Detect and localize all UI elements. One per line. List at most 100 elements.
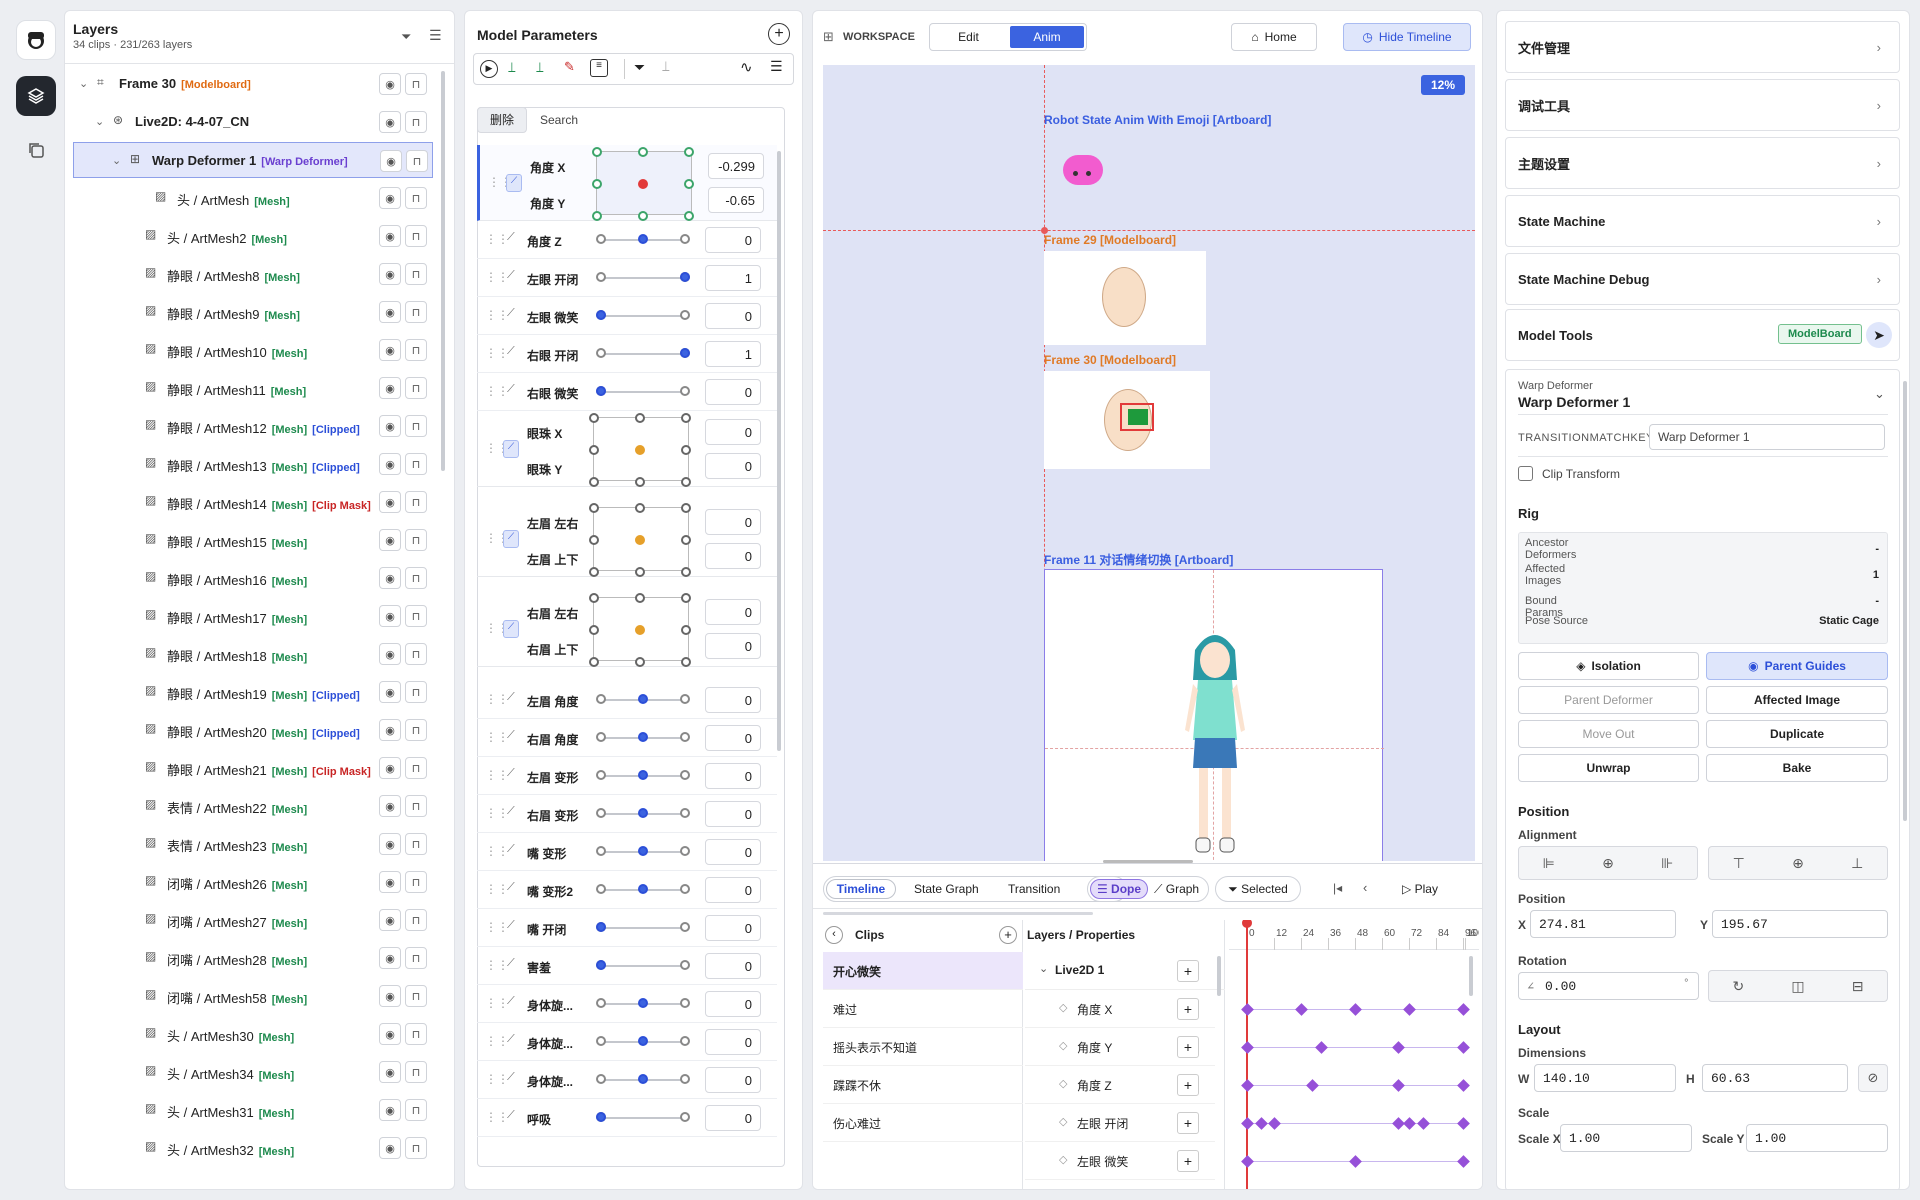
lock-icon[interactable]: ⊓ — [405, 757, 427, 779]
frame-ruler[interactable]: 01224364860728496100 — [1229, 920, 1479, 950]
frame30-label[interactable]: Frame 30 [Modelboard] — [1044, 353, 1176, 367]
keyframe[interactable] — [1306, 1079, 1320, 1092]
clips-back-icon[interactable]: ‹ — [825, 926, 843, 944]
add-property-icon[interactable]: + — [1177, 960, 1199, 982]
lock-icon[interactable]: ⊓ — [405, 111, 427, 133]
add-clip-icon[interactable]: + — [999, 926, 1017, 944]
param-slider-knob[interactable] — [638, 770, 648, 780]
eye-icon[interactable]: ◉ — [379, 491, 401, 513]
lock-icon[interactable]: ⊓ — [405, 415, 427, 437]
align-center-v-icon[interactable]: ⊕ — [1792, 855, 1804, 872]
keyframe[interactable] — [1349, 1155, 1362, 1168]
clip-item[interactable]: 蹀蹀不休 — [823, 1066, 1023, 1104]
eye-icon[interactable]: ◉ — [379, 529, 401, 551]
property-row[interactable]: ◇ 角度 Z + — [1025, 1066, 1215, 1104]
tab-transition[interactable]: Transition — [1008, 882, 1060, 896]
param-slider-knob[interactable] — [680, 272, 690, 282]
keyframe[interactable] — [1241, 1117, 1254, 1130]
layer-row[interactable]: ▨ 头 / ArtMesh32 [Mesh] ◉ ⊓ — [73, 1130, 433, 1166]
position-y-field[interactable]: 195.67 — [1712, 910, 1888, 938]
param-slider-knob[interactable] — [596, 386, 606, 396]
layer-row[interactable]: ▨ 头 / ArtMesh [Mesh] ◉ ⊓ — [73, 180, 433, 216]
property-row[interactable]: ◇ 左眼 微笑 + — [1025, 1142, 1215, 1180]
keyframe[interactable] — [1457, 1003, 1470, 1016]
eye-icon[interactable]: ◉ — [379, 795, 401, 817]
property-row[interactable]: ◇ 角度 Y + — [1025, 1028, 1215, 1066]
drag-handle-icon[interactable]: ⋮⋮ — [485, 346, 509, 360]
pad-handle[interactable] — [589, 503, 599, 513]
group-row[interactable]: ⌄ Live2D 1 + — [1025, 952, 1225, 990]
param-value-field[interactable]: -0.65 — [708, 187, 764, 213]
clip-item[interactable]: 摇头表示不知道 — [823, 1028, 1023, 1066]
lock-icon[interactable]: ⊓ — [405, 377, 427, 399]
chevron-right-icon[interactable]: › — [1877, 40, 1881, 55]
param-slider-knob[interactable] — [638, 234, 648, 244]
frame29-board[interactable] — [1044, 251, 1206, 345]
param-value-field[interactable]: 0 — [705, 953, 761, 979]
avatar[interactable] — [16, 20, 56, 60]
layer-row[interactable]: ▨ 表情 / ArtMesh23 [Mesh] ◉ ⊓ — [73, 826, 433, 862]
pad-handle[interactable] — [589, 625, 599, 635]
eye-icon[interactable]: ◉ — [379, 187, 401, 209]
lock-icon[interactable]: ⊓ — [405, 1023, 427, 1045]
keyframe[interactable] — [1403, 1117, 1416, 1130]
eye-icon[interactable]: ◉ — [379, 1099, 401, 1121]
layer-row[interactable]: ▨ 头 / ArtMesh30 [Mesh] ◉ ⊓ — [73, 1016, 433, 1052]
layer-row[interactable]: ▨ 头 / ArtMesh31 [Mesh] ◉ ⊓ — [73, 1092, 433, 1128]
param-pad-row[interactable]: ⋮⋮ ⟋ 角度 X 角度 Y -0.299 -0.65 — [477, 145, 777, 221]
drag-handle-icon[interactable]: ⋮⋮ — [485, 920, 509, 934]
keyframe[interactable] — [1457, 1079, 1470, 1092]
curve-icon[interactable]: ∿ — [740, 58, 753, 76]
param-slider-row[interactable]: ⋮⋮ ⟋ 右眼 开闭 1 — [477, 335, 777, 373]
pad-handle[interactable] — [681, 567, 691, 577]
lock-icon[interactable]: ⊓ — [405, 833, 427, 855]
layer-row[interactable]: ⌄ ⌗ Frame 30 [Modelboard] ◉ ⊓ — [73, 66, 433, 102]
layer-row[interactable]: ⌄ ⊞ Warp Deformer 1 [Warp Deformer] ◉ ⊓ — [73, 142, 433, 178]
lock-icon[interactable]: ⊓ — [405, 263, 427, 285]
key-icon[interactable]: ⟋ — [507, 805, 515, 818]
clip-item[interactable]: 难过 — [823, 990, 1023, 1028]
param-value-field[interactable]: 1 — [705, 341, 761, 367]
pad-handle[interactable] — [592, 179, 602, 189]
isolation-button[interactable]: ◈ Isolation — [1518, 652, 1699, 680]
eye-icon[interactable]: ◉ — [379, 1061, 401, 1083]
param-slider-knob[interactable] — [596, 960, 606, 970]
align-center-h-icon[interactable]: ⊕ — [1602, 855, 1614, 872]
drag-handle-icon[interactable]: ⋮⋮ — [485, 1110, 509, 1124]
param-slider-track[interactable] — [601, 277, 685, 279]
eye-icon[interactable]: ◉ — [379, 225, 401, 247]
keyframe[interactable] — [1241, 1155, 1254, 1168]
param-slider-row[interactable]: ⋮⋮ ⟋ 左眉 变形 0 — [477, 757, 777, 795]
layer-row[interactable]: ▨ 静眼 / ArtMesh10 [Mesh] ◉ ⊓ — [73, 332, 433, 368]
key-icon[interactable]: ⟋ — [507, 995, 515, 1008]
param-slider-row[interactable]: ⋮⋮ ⟋ 右眉 变形 0 — [477, 795, 777, 833]
add-keyframe-icon[interactable]: + — [1177, 998, 1199, 1020]
layer-row[interactable]: ▨ 闭嘴 / ArtMesh26 [Mesh] ◉ ⊓ — [73, 864, 433, 900]
param-slider-row[interactable]: ⋮⋮ ⟋ 左眼 开闭 1 — [477, 259, 777, 297]
key-all-icon[interactable]: ⟘ — [536, 60, 544, 76]
unwrap-button[interactable]: Unwrap — [1518, 754, 1699, 782]
graph-button[interactable]: ⟋ Graph — [1154, 882, 1199, 897]
skip-start-icon[interactable]: |◂ — [1333, 881, 1342, 895]
key-icon[interactable]: ⟋ — [507, 1071, 515, 1084]
param-value-field[interactable]: 0 — [705, 801, 761, 827]
keyframe[interactable] — [1241, 1003, 1254, 1016]
layer-row[interactable]: ▨ 闭嘴 / ArtMesh27 [Mesh] ◉ ⊓ — [73, 902, 433, 938]
layer-row[interactable]: ▨ 静眼 / ArtMesh21 [Mesh] [Clip Mask] ◉ ⊓ — [73, 750, 433, 786]
move-out-button[interactable]: Move Out — [1518, 720, 1699, 748]
param-slider-knob[interactable] — [638, 808, 648, 818]
param-slider-knob[interactable] — [596, 310, 606, 320]
pad-handle[interactable] — [638, 147, 648, 157]
param-slider-row[interactable]: ⋮⋮ ⟋ 害羞 0 — [477, 947, 777, 985]
dope-scrollbar[interactable] — [1469, 956, 1473, 996]
eye-icon[interactable]: ◉ — [379, 415, 401, 437]
chevron-right-icon[interactable]: › — [1877, 214, 1881, 229]
eye-icon[interactable]: ◉ — [379, 871, 401, 893]
param-settings-icon[interactable]: ≡ — [590, 59, 608, 77]
param-value-field[interactable]: 1 — [705, 265, 761, 291]
param-slider-row[interactable]: ⋮⋮ ⟋ 右眉 角度 0 — [477, 719, 777, 757]
lock-icon[interactable]: ⊓ — [405, 719, 427, 741]
lock-icon[interactable]: ⊓ — [405, 187, 427, 209]
keyframe-diamond-icon[interactable]: ◇ — [1059, 1115, 1067, 1128]
layer-row[interactable]: ▨ 静眼 / ArtMesh14 [Mesh] [Clip Mask] ◉ ⊓ — [73, 484, 433, 520]
